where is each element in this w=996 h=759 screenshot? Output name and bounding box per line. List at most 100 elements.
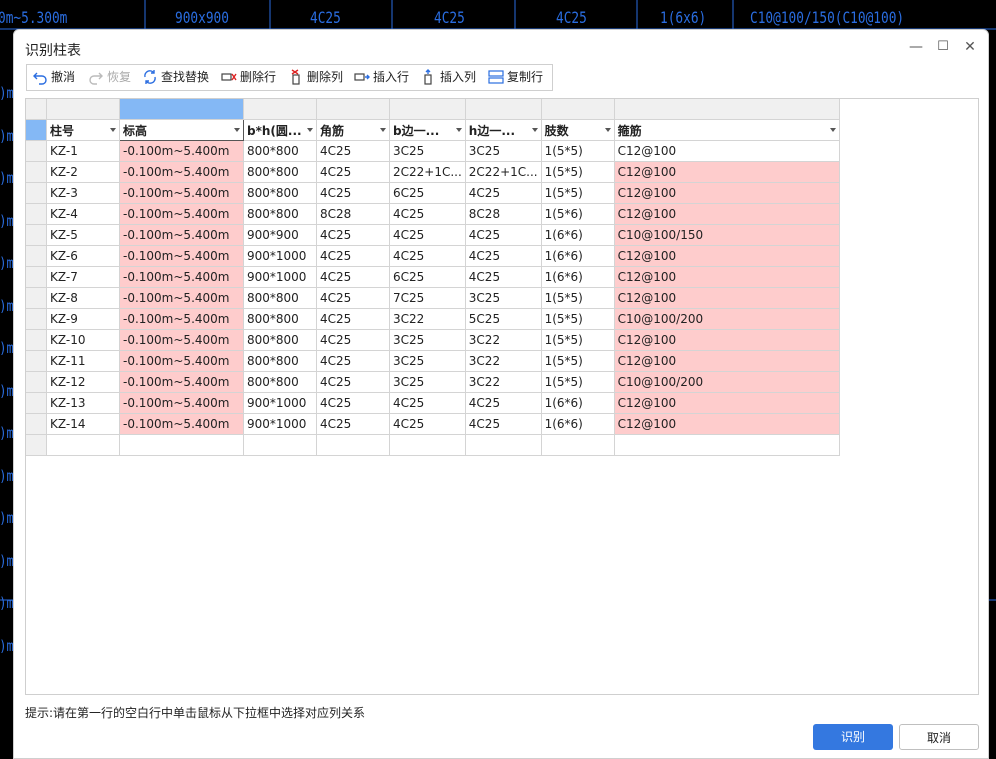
table-cell[interactable]: 900*1000: [243, 413, 317, 435]
table-cell[interactable]: C12@100: [613, 329, 840, 351]
table-cell[interactable]: -0.100m~5.400m: [119, 182, 244, 204]
column-selector-cell[interactable]: [464, 99, 542, 120]
table-cell[interactable]: 1(5*5): [540, 350, 615, 372]
table-cell[interactable]: 3C22: [464, 329, 542, 351]
table-cell[interactable]: C12@100: [613, 392, 840, 414]
column-selector-cell[interactable]: [243, 99, 317, 120]
row-header-cell[interactable]: [26, 350, 47, 372]
table-cell[interactable]: -0.100m~5.400m: [119, 413, 244, 435]
table-cell[interactable]: C12@100: [613, 245, 840, 267]
column-selector-cell[interactable]: [316, 99, 390, 120]
table-cell[interactable]: 4C25: [316, 182, 390, 204]
corner-cell[interactable]: [26, 99, 47, 120]
table-cell[interactable]: 800*800: [243, 203, 317, 225]
column-selector-cell[interactable]: [389, 99, 466, 120]
maximize-button[interactable]: ☐: [934, 38, 952, 56]
table-cell[interactable]: 4C25: [316, 329, 390, 351]
table-cell[interactable]: 1(6*6): [540, 392, 615, 414]
table-cell[interactable]: 1(6*6): [540, 266, 615, 288]
table-cell[interactable]: 4C25: [316, 308, 390, 330]
table-cell[interactable]: 1(6*6): [540, 245, 615, 267]
redo-button[interactable]: 恢复: [88, 65, 131, 90]
table-cell[interactable]: [540, 434, 615, 456]
table-cell[interactable]: 1(6*6): [540, 413, 615, 435]
row-header-cell[interactable]: [26, 308, 47, 330]
table-cell[interactable]: KZ-13: [46, 392, 120, 414]
table-cell[interactable]: [464, 434, 542, 456]
table-cell[interactable]: C12@100: [613, 266, 840, 288]
table-cell[interactable]: 1(5*5): [540, 329, 615, 351]
table-cell[interactable]: 6C25: [389, 266, 466, 288]
table-cell[interactable]: -0.100m~5.400m: [119, 329, 244, 351]
table-cell[interactable]: C12@100: [613, 182, 840, 204]
table-cell[interactable]: 800*800: [243, 161, 317, 183]
row-header-cell[interactable]: [26, 140, 47, 162]
table-cell[interactable]: 1(5*5): [540, 182, 615, 204]
table-cell[interactable]: 4C25: [316, 392, 390, 414]
row-header-cell[interactable]: [26, 224, 47, 246]
table-cell[interactable]: 3C25: [389, 140, 466, 162]
table-cell[interactable]: 900*1000: [243, 245, 317, 267]
table-cell[interactable]: 3C25: [389, 371, 466, 393]
column-selector-cell[interactable]: [540, 99, 615, 120]
row-header-cell[interactable]: [26, 371, 47, 393]
table-cell[interactable]: -0.100m~5.400m: [119, 350, 244, 372]
table-cell[interactable]: -0.100m~5.400m: [119, 224, 244, 246]
row-header-cell[interactable]: [26, 287, 47, 309]
table-cell[interactable]: -0.100m~5.400m: [119, 245, 244, 267]
table-cell[interactable]: -0.100m~5.400m: [119, 203, 244, 225]
table-cell[interactable]: -0.100m~5.400m: [119, 287, 244, 309]
column-selector-cell[interactable]: [613, 99, 840, 120]
table-cell[interactable]: 3C22: [389, 308, 466, 330]
table-cell[interactable]: 4C25: [316, 161, 390, 183]
table-cell[interactable]: [613, 434, 840, 456]
close-button[interactable]: ✕: [961, 38, 979, 56]
column-mapping-dropdown[interactable]: h边一...: [464, 119, 542, 141]
table-cell[interactable]: 1(6*6): [540, 224, 615, 246]
table-cell[interactable]: KZ-7: [46, 266, 120, 288]
table-cell[interactable]: C10@100/200: [613, 371, 840, 393]
row-header-cell[interactable]: [26, 182, 47, 204]
table-cell[interactable]: 8C28: [464, 203, 542, 225]
table-cell[interactable]: 4C25: [389, 413, 466, 435]
table-cell[interactable]: 3C25: [389, 350, 466, 372]
row-header-cell[interactable]: [26, 266, 47, 288]
cancel-button[interactable]: 取消: [899, 724, 979, 750]
column-selector-cell[interactable]: [119, 99, 244, 120]
find-replace-button[interactable]: 查找替换: [142, 65, 209, 90]
table-cell[interactable]: KZ-6: [46, 245, 120, 267]
table-cell[interactable]: -0.100m~5.400m: [119, 392, 244, 414]
insert-column-button[interactable]: 插入列: [421, 65, 476, 90]
table-cell[interactable]: KZ-1: [46, 140, 120, 162]
table-cell[interactable]: KZ-4: [46, 203, 120, 225]
table-cell[interactable]: 2C22+1C...: [389, 161, 466, 183]
table-cell[interactable]: 800*800: [243, 329, 317, 351]
table-cell[interactable]: 3C22: [464, 371, 542, 393]
row-header-cell[interactable]: [26, 413, 47, 435]
table-cell[interactable]: 8C28: [316, 203, 390, 225]
table-cell[interactable]: C12@100: [613, 413, 840, 435]
table-cell[interactable]: 4C25: [316, 224, 390, 246]
column-mapping-dropdown[interactable]: 柱号: [46, 119, 120, 141]
table-cell[interactable]: 4C25: [316, 371, 390, 393]
row-header-cell[interactable]: [26, 434, 47, 456]
table-cell[interactable]: 1(5*5): [540, 140, 615, 162]
table-cell[interactable]: 4C25: [464, 413, 542, 435]
table-cell[interactable]: 800*800: [243, 308, 317, 330]
table-cell[interactable]: 4C25: [464, 245, 542, 267]
table-cell[interactable]: 4C25: [389, 392, 466, 414]
table-cell[interactable]: 900*900: [243, 224, 317, 246]
table-cell[interactable]: 4C25: [316, 413, 390, 435]
row-header-cell[interactable]: [26, 329, 47, 351]
row-header-cell[interactable]: [26, 119, 47, 141]
undo-button[interactable]: 撤消: [32, 65, 75, 90]
table-cell[interactable]: C10@100/200: [613, 308, 840, 330]
table-cell[interactable]: -0.100m~5.400m: [119, 140, 244, 162]
table-cell[interactable]: C12@100: [613, 350, 840, 372]
table-cell[interactable]: C12@100: [613, 140, 840, 162]
table-cell[interactable]: [119, 434, 244, 456]
column-mapping-dropdown[interactable]: 肢数: [540, 119, 615, 141]
column-mapping-dropdown[interactable]: b边一...: [389, 119, 466, 141]
table-cell[interactable]: 5C25: [464, 308, 542, 330]
table-cell[interactable]: 800*800: [243, 140, 317, 162]
